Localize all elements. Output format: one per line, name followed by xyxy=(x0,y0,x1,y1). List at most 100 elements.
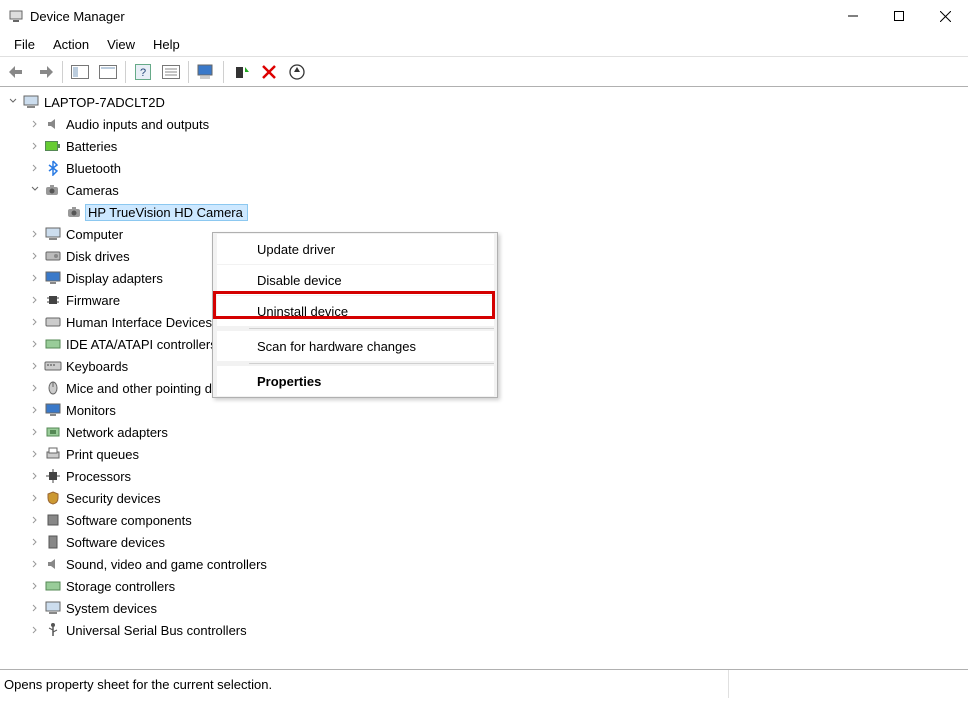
tree-label: Security devices xyxy=(64,491,161,506)
tree-root[interactable]: LAPTOP-7ADCLT2D xyxy=(0,91,968,113)
device-icon xyxy=(44,533,62,551)
chevron-right-icon[interactable] xyxy=(28,142,42,150)
usb-icon xyxy=(44,621,62,639)
tree-node-batteries[interactable]: Batteries xyxy=(0,135,968,157)
chevron-down-icon[interactable] xyxy=(6,98,20,106)
chevron-right-icon[interactable] xyxy=(28,230,42,238)
tree-label: Disk drives xyxy=(64,249,130,264)
forward-button[interactable] xyxy=(32,59,58,85)
tree-label: Human Interface Devices xyxy=(64,315,212,330)
tree-label: Software devices xyxy=(64,535,165,550)
bluetooth-icon xyxy=(44,159,62,177)
tree-label: Processors xyxy=(64,469,131,484)
cm-update-driver[interactable]: Update driver xyxy=(216,234,494,264)
toolbar-separator xyxy=(223,61,224,83)
chevron-right-icon[interactable] xyxy=(28,538,42,546)
tree-node-sw-components[interactable]: Software components xyxy=(0,509,968,531)
chevron-down-icon[interactable] xyxy=(28,186,42,194)
update-driver-button[interactable] xyxy=(284,59,310,85)
tree-label: Cameras xyxy=(64,183,119,198)
chevron-right-icon[interactable] xyxy=(28,604,42,612)
tree-label: Computer xyxy=(64,227,123,242)
chevron-right-icon[interactable] xyxy=(28,164,42,172)
computer-icon xyxy=(44,225,62,243)
chevron-right-icon[interactable] xyxy=(28,626,42,634)
speaker-icon xyxy=(44,115,62,133)
tree-node-monitors[interactable]: Monitors xyxy=(0,399,968,421)
context-menu: Update driver Disable device Uninstall d… xyxy=(212,232,498,398)
tree-node-network[interactable]: Network adapters xyxy=(0,421,968,443)
speaker-icon xyxy=(44,555,62,573)
tree-label: Monitors xyxy=(64,403,116,418)
context-menu-separator xyxy=(249,328,494,329)
tree-node-sound[interactable]: Sound, video and game controllers xyxy=(0,553,968,575)
app-icon xyxy=(8,8,24,24)
chevron-right-icon[interactable] xyxy=(28,384,42,392)
help-button[interactable]: ? xyxy=(130,59,156,85)
back-button[interactable] xyxy=(4,59,30,85)
tree-label: Firmware xyxy=(64,293,120,308)
menu-action[interactable]: Action xyxy=(45,35,97,54)
toolbar-separator xyxy=(62,61,63,83)
chevron-right-icon[interactable] xyxy=(28,362,42,370)
cm-disable-device[interactable]: Disable device xyxy=(216,265,494,295)
chevron-right-icon[interactable] xyxy=(28,472,42,480)
chip-icon xyxy=(44,291,62,309)
tree-node-security[interactable]: Security devices xyxy=(0,487,968,509)
tree-node-processors[interactable]: Processors xyxy=(0,465,968,487)
minimize-button[interactable] xyxy=(830,0,876,32)
tree-node-hp-camera[interactable]: HP TrueVision HD Camera xyxy=(0,201,968,223)
tree-label: LAPTOP-7ADCLT2D xyxy=(42,95,165,110)
chevron-right-icon[interactable] xyxy=(28,494,42,502)
chevron-right-icon[interactable] xyxy=(28,428,42,436)
tree-node-print-queues[interactable]: Print queues xyxy=(0,443,968,465)
menu-file[interactable]: File xyxy=(6,35,43,54)
chevron-right-icon[interactable] xyxy=(28,274,42,282)
tree-node-cameras[interactable]: Cameras xyxy=(0,179,968,201)
toolbar-separator xyxy=(188,61,189,83)
printer-icon xyxy=(44,445,62,463)
tree-label: HP TrueVision HD Camera xyxy=(86,205,247,220)
chevron-right-icon[interactable] xyxy=(28,560,42,568)
chevron-right-icon[interactable] xyxy=(28,406,42,414)
tree-node-bluetooth[interactable]: Bluetooth xyxy=(0,157,968,179)
tree-label: Storage controllers xyxy=(64,579,175,594)
maximize-button[interactable] xyxy=(876,0,922,32)
tree-node-system[interactable]: System devices xyxy=(0,597,968,619)
tree-node-storage[interactable]: Storage controllers xyxy=(0,575,968,597)
tree-node-audio[interactable]: Audio inputs and outputs xyxy=(0,113,968,135)
status-right-pane xyxy=(728,670,968,698)
computer-icon xyxy=(22,93,40,111)
tree-label: IDE ATA/ATAPI controllers xyxy=(64,337,217,352)
svg-text:?: ? xyxy=(140,67,146,79)
tree-label: Universal Serial Bus controllers xyxy=(64,623,247,638)
chevron-right-icon[interactable] xyxy=(28,450,42,458)
menu-view[interactable]: View xyxy=(99,35,143,54)
properties-button[interactable] xyxy=(95,59,121,85)
enable-button[interactable] xyxy=(228,59,254,85)
chevron-right-icon[interactable] xyxy=(28,516,42,524)
show-hide-console-button[interactable] xyxy=(67,59,93,85)
cm-properties[interactable]: Properties xyxy=(216,366,494,396)
uninstall-button[interactable] xyxy=(256,59,282,85)
toolbar: ? xyxy=(0,56,968,86)
close-button[interactable] xyxy=(922,0,968,32)
tree-label: Audio inputs and outputs xyxy=(64,117,209,132)
action-button[interactable] xyxy=(158,59,184,85)
tree-node-usb[interactable]: Universal Serial Bus controllers xyxy=(0,619,968,641)
tree-label: Keyboards xyxy=(64,359,128,374)
chevron-right-icon[interactable] xyxy=(28,318,42,326)
cm-uninstall-device[interactable]: Uninstall device xyxy=(216,296,494,326)
menu-help[interactable]: Help xyxy=(145,35,188,54)
chevron-right-icon[interactable] xyxy=(28,296,42,304)
tree-node-sw-devices[interactable]: Software devices xyxy=(0,531,968,553)
chevron-right-icon[interactable] xyxy=(28,582,42,590)
chevron-right-icon[interactable] xyxy=(28,252,42,260)
window-title: Device Manager xyxy=(30,9,830,24)
cm-scan-hardware[interactable]: Scan for hardware changes xyxy=(216,331,494,361)
scan-button[interactable] xyxy=(193,59,219,85)
chevron-right-icon[interactable] xyxy=(28,340,42,348)
chevron-right-icon[interactable] xyxy=(28,120,42,128)
disk-icon xyxy=(44,247,62,265)
tree-label: Display adapters xyxy=(64,271,163,286)
